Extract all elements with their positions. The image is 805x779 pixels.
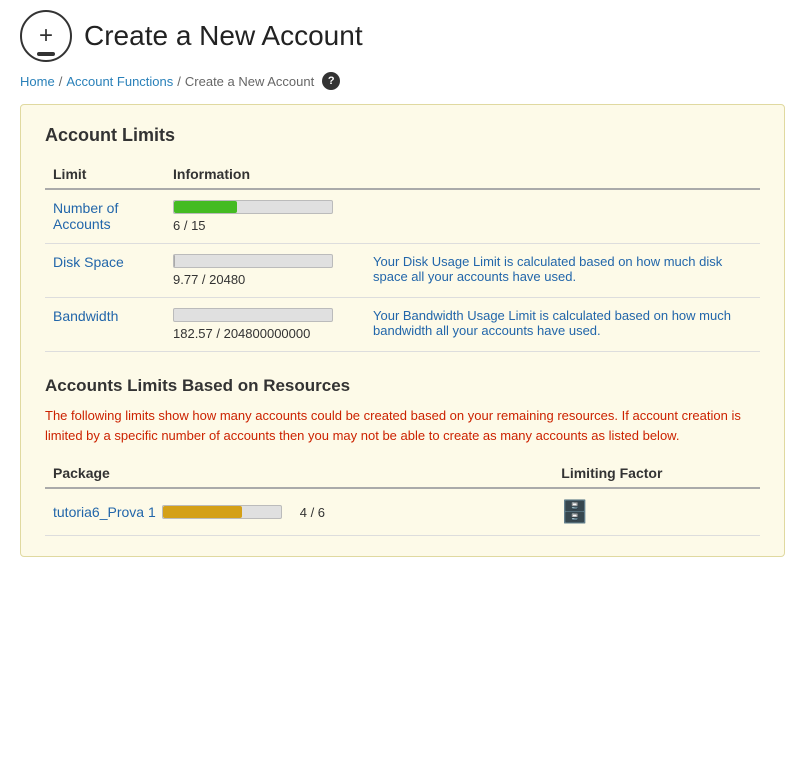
bar-value-2: 182.57 / 204800000000: [173, 326, 310, 341]
progress-bar-container-0: [173, 200, 333, 214]
help-icon[interactable]: ?: [322, 72, 340, 90]
limit-label-0: Number of Accounts: [45, 189, 165, 244]
resources-warning: The following limits show how many accou…: [45, 406, 760, 445]
main-panel: Account Limits Limit Information Number …: [20, 104, 785, 557]
create-account-icon: +: [20, 10, 72, 62]
resources-title: Accounts Limits Based on Resources: [45, 376, 760, 396]
breadcrumb-sep-1: /: [59, 74, 63, 89]
package-row-0: tutoria6_Prova 1 4 / 6 🗄️: [45, 488, 760, 536]
limit-row-2: Bandwidth 182.57 / 204800000000 Your Bandw…: [45, 298, 760, 352]
bar-value-1: 9.77 / 20480: [173, 272, 245, 287]
limit-bar-cell-2: 182.57 / 204800000000: [165, 298, 365, 352]
limit-row-0: Number of Accounts 6 / 15: [45, 189, 760, 244]
progress-bar-container-2: [173, 308, 333, 322]
breadcrumb-sep-2: /: [177, 74, 181, 89]
limits-col-info: Information: [165, 160, 760, 189]
progress-bar-fill-0: [174, 201, 237, 213]
breadcrumb: Home / Account Functions / Create a New …: [20, 72, 785, 90]
limit-bar-cell-0: 6 / 15: [165, 189, 365, 244]
pkg-bar-fill-0: [163, 506, 242, 518]
package-name-text-0: tutoria6_Prova 1: [53, 504, 156, 520]
pkg-bar-container-0: [162, 505, 282, 519]
account-limits-title: Account Limits: [45, 125, 760, 146]
bar-value-0: 6 / 15: [173, 218, 206, 233]
limit-info-0: [365, 189, 760, 244]
limits-col-limit: Limit: [45, 160, 165, 189]
limits-table: Limit Information Number of Accounts 6 / …: [45, 160, 760, 352]
limit-label-1: Disk Space: [45, 244, 165, 298]
packages-col-package: Package: [45, 459, 553, 488]
breadcrumb-home[interactable]: Home: [20, 74, 55, 89]
pkg-bar-value-0: 4 / 6: [300, 505, 325, 520]
limit-info-1: Your Disk Usage Limit is calculated base…: [365, 244, 760, 298]
plus-icon: +: [39, 22, 53, 50]
limit-row-1: Disk Space 9.77 / 20480 Your Disk Usage Li…: [45, 244, 760, 298]
packages-col-factor: Limiting Factor: [553, 459, 760, 488]
limit-bar-cell-1: 9.77 / 20480: [165, 244, 365, 298]
page-header: + Create a New Account: [20, 10, 785, 62]
packages-table: Package Limiting Factor tutoria6_Prova 1…: [45, 459, 760, 536]
progress-bar-container-1: [173, 254, 333, 268]
package-name-0: tutoria6_Prova 1 4 / 6: [45, 488, 553, 536]
breadcrumb-account-functions[interactable]: Account Functions: [66, 74, 173, 89]
page-title: Create a New Account: [84, 20, 363, 52]
breadcrumb-current: Create a New Account: [185, 74, 314, 89]
package-factor-0: 🗄️: [553, 488, 760, 536]
resources-section: Accounts Limits Based on Resources The f…: [45, 376, 760, 536]
limit-info-2: Your Bandwidth Usage Limit is calculated…: [365, 298, 760, 352]
server-icon-0: 🗄️: [561, 499, 588, 524]
limit-label-2: Bandwidth: [45, 298, 165, 352]
